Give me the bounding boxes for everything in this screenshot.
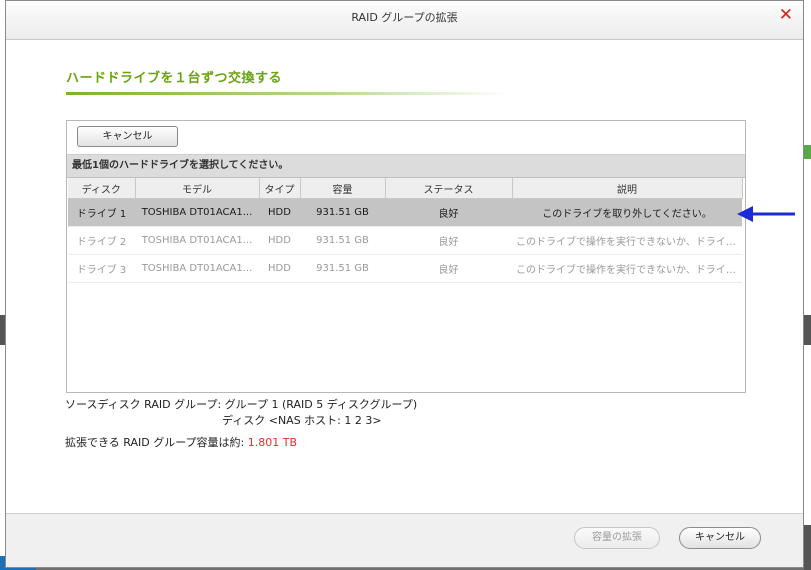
- dialog-titlebar: RAID グループの拡張 ✕: [6, 1, 803, 40]
- annotation-arrow-icon: [737, 206, 795, 222]
- dialog-footer: 容量の拡張 キャンセル: [6, 513, 803, 567]
- background-app-right: [804, 0, 811, 570]
- table-row-drive-1[interactable]: ドライブ 1 TOSHIBA DT01ACA1... HDD 931.51 GB…: [68, 198, 742, 227]
- cell-type: HDD: [259, 198, 300, 227]
- cancel-button[interactable]: キャンセル: [679, 527, 761, 549]
- table-row-drive-2[interactable]: ドライブ 2 TOSHIBA DT01ACA1... HDD 931.51 GB…: [68, 226, 742, 255]
- step-heading: ハードドライブを１台ずつ交換する: [66, 71, 283, 86]
- cell-type: HDD: [259, 226, 300, 255]
- background-dark-band: [804, 315, 811, 345]
- cell-description: このドライブを取り外してください。: [512, 198, 742, 227]
- capacity-value: 1.801 TB: [247, 436, 298, 449]
- nas-host-disk-info: ディスク <NAS ホスト: 1 2 3>: [222, 414, 382, 427]
- background-dark-band: [804, 525, 811, 570]
- cell-status: 良好: [385, 198, 512, 227]
- drive-table: ディスク モデル タイプ 容量 ステータス 説明 ドライブ 1 TOSHIBA …: [68, 178, 743, 283]
- cell-model: TOSHIBA DT01ACA1...: [135, 226, 259, 255]
- column-header-model[interactable]: モデル: [135, 178, 260, 199]
- table-header-row: ディスク モデル タイプ 容量 ステータス 説明: [68, 178, 743, 199]
- table-row-drive-3[interactable]: ドライブ 3 TOSHIBA DT01ACA1... HDD 931.51 GB…: [68, 254, 742, 283]
- source-raid-group-info: ソースディスク RAID グループ: グループ 1 (RAID 5 ディスクグル…: [65, 398, 418, 411]
- capacity-label: 拡張できる RAID グループ容量は約:: [65, 436, 248, 449]
- cell-disk: ドライブ 1: [68, 198, 135, 227]
- selection-hint: 最低1個のハードドライブを選択してください。: [67, 155, 745, 178]
- panel-toolbar: キャンセル: [67, 121, 745, 155]
- column-header-capacity[interactable]: 容量: [300, 178, 386, 199]
- cell-capacity: 931.51 GB: [300, 198, 385, 227]
- cell-model: TOSHIBA DT01ACA1...: [135, 254, 259, 283]
- cell-description: このドライブで操作を実行できないか、ドライブ...: [512, 254, 742, 283]
- heading-underline: [66, 92, 506, 95]
- cell-disk: ドライブ 2: [68, 226, 135, 255]
- toolbar-cancel-button[interactable]: キャンセル: [77, 126, 178, 147]
- cell-description: このドライブで操作を実行できないか、ドライブ...: [512, 226, 742, 255]
- cell-model: TOSHIBA DT01ACA1...: [135, 198, 259, 227]
- cell-disk: ドライブ 3: [68, 254, 135, 283]
- column-header-disk[interactable]: ディスク: [68, 178, 136, 199]
- column-header-type[interactable]: タイプ: [259, 178, 301, 199]
- expandable-capacity-info: 拡張できる RAID グループ容量は約: 1.801 TB: [65, 434, 297, 450]
- dialog-title: RAID グループの拡張: [351, 11, 458, 24]
- cell-status: 良好: [385, 226, 512, 255]
- cell-capacity: 931.51 GB: [300, 254, 385, 283]
- drive-selection-panel: キャンセル 最低1個のハードドライブを選択してください。 ディスク モデル タイ…: [66, 120, 746, 393]
- close-icon[interactable]: ✕: [779, 5, 793, 25]
- raid-expand-dialog: RAID グループの拡張 ✕ ハードドライブを１台ずつ交換する キャンセル 最低…: [5, 0, 804, 568]
- cell-capacity: 931.51 GB: [300, 226, 385, 255]
- cell-type: HDD: [259, 254, 300, 283]
- background-green-bar: [804, 145, 811, 159]
- column-header-status[interactable]: ステータス: [385, 178, 513, 199]
- column-header-description[interactable]: 説明: [512, 178, 743, 199]
- expand-capacity-button[interactable]: 容量の拡張: [574, 527, 660, 549]
- cell-status: 良好: [385, 254, 512, 283]
